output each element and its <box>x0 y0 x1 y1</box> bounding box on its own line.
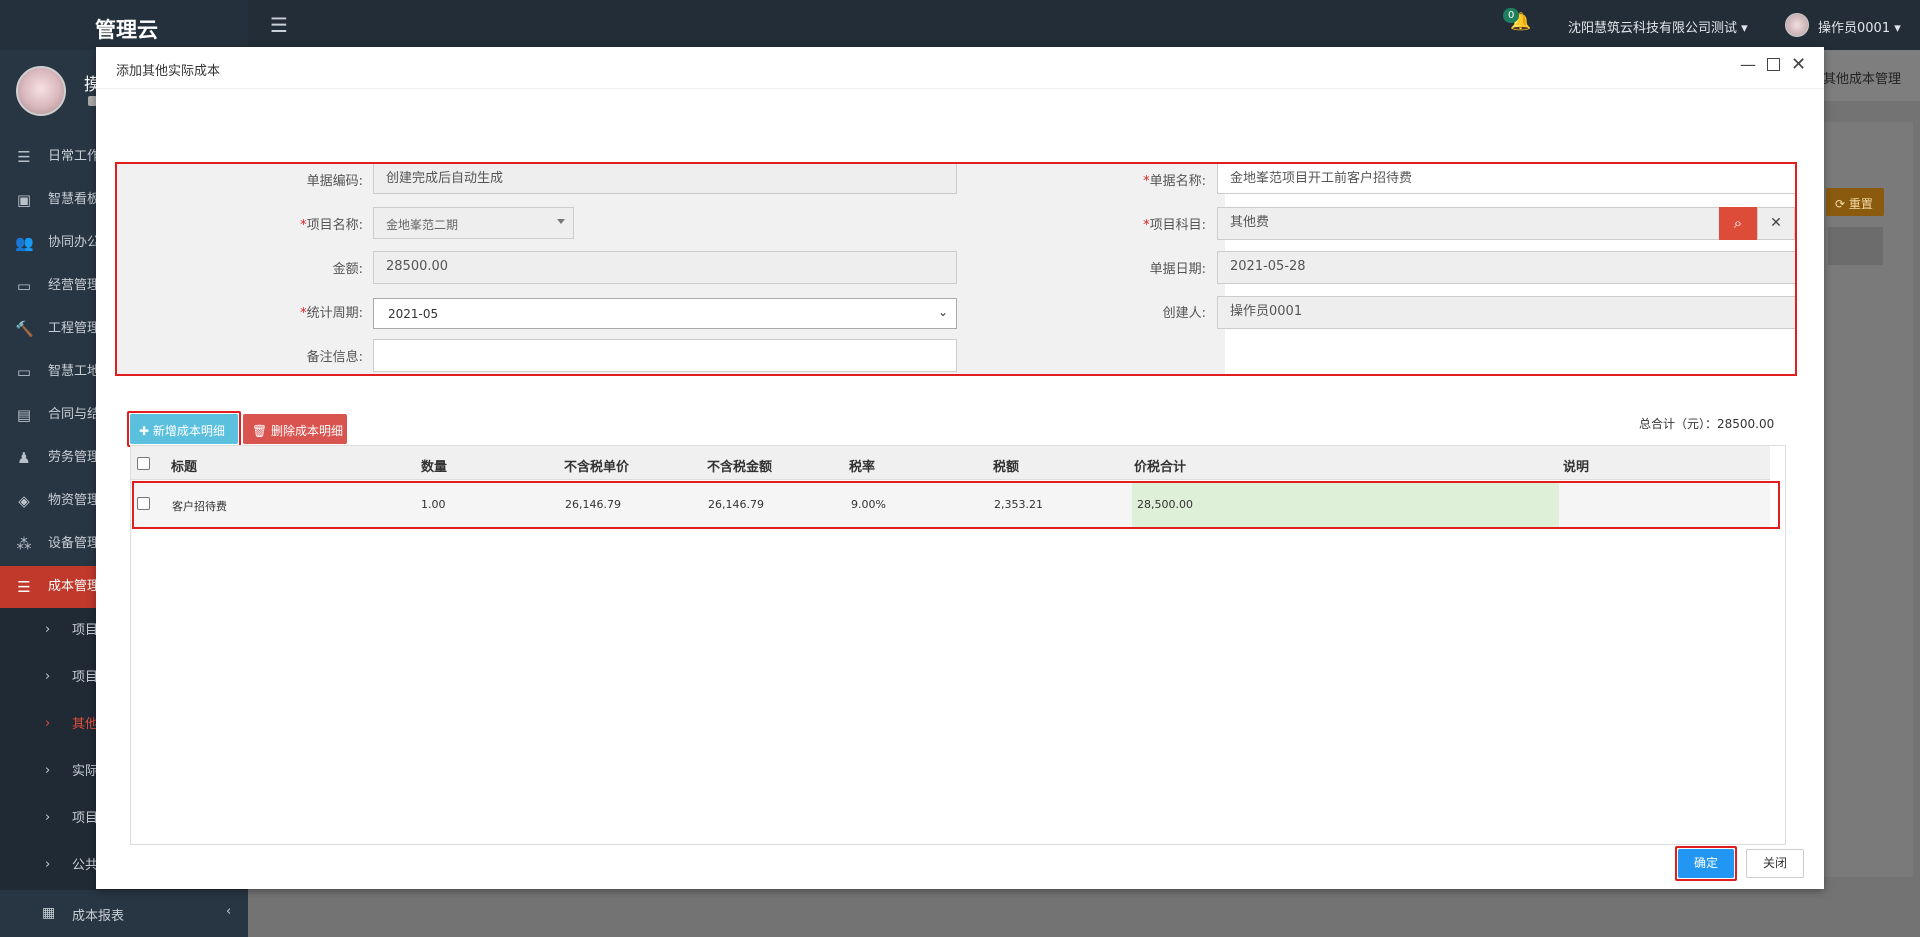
top-header: ☰ 🔔 0 沈阳慧筑云科技有限公司测试 ▾ 操作员0001 ▾ <box>248 0 1920 50</box>
table-header-fragment <box>1828 227 1883 265</box>
menu-toggle-icon[interactable]: ☰ <box>270 15 288 35</box>
table-header: 标题 数量 不含税单价 不含税金额 税率 税额 价税合计 说明 <box>131 446 1770 480</box>
table-icon: ▦ <box>42 905 56 921</box>
cube-icon: ◈ <box>18 492 30 510</box>
form-highlight-box <box>115 162 1797 376</box>
select-all-checkbox[interactable] <box>137 457 150 470</box>
chevron-right-icon: › <box>45 857 51 872</box>
file-icon: ▤ <box>16 406 32 424</box>
list-icon: ☰ <box>17 148 31 166</box>
close-icon[interactable]: ✕ <box>1791 55 1806 75</box>
reset-button[interactable]: ⟳ 重置 <box>1826 188 1884 216</box>
tab-other-cost[interactable]: 其他成本管理 <box>1823 68 1901 87</box>
col-total: 价税合计 <box>1134 460 1187 475</box>
col-note: 说明 <box>1563 460 1590 475</box>
row-highlight-box <box>132 481 1780 529</box>
col-unit-price: 不含税单价 <box>564 460 630 475</box>
chevron-right-icon: › <box>45 763 51 778</box>
company-dropdown[interactable]: 沈阳慧筑云科技有限公司测试 ▾ <box>1568 17 1748 36</box>
total-amount: 总合计（元）：28500.00 <box>1639 417 1775 431</box>
col-qty: 数量 <box>421 460 448 475</box>
avatar <box>16 66 66 116</box>
dashboard-icon: ▣ <box>16 191 32 209</box>
monitor-icon: ▭ <box>16 277 32 295</box>
avatar[interactable] <box>1785 13 1809 37</box>
users-icon: 👥 <box>15 234 34 252</box>
modal-header: 添加其他实际成本 — ✕ <box>96 47 1824 89</box>
modal-title: 添加其他实际成本 <box>116 64 221 79</box>
delete-detail-button[interactable]: 🗑 删除成本明细 <box>243 414 347 444</box>
chevron-left-icon: ‹ <box>226 904 232 919</box>
minimize-icon[interactable]: — <box>1740 55 1756 74</box>
chevron-right-icon: › <box>45 810 51 825</box>
chevron-right-icon: › <box>45 716 51 731</box>
chevron-right-icon: › <box>45 669 51 684</box>
list-icon: ☰ <box>17 578 31 596</box>
sidebar-item-cost-report[interactable]: ▦ 成本报表 ‹ <box>0 890 248 937</box>
monitor-icon: ▭ <box>16 363 32 381</box>
add-cost-modal: 添加其他实际成本 — ✕ 单据编码: 创建完成后自动生成 *单据名称: 金地峯范… <box>96 47 1824 889</box>
worker-icon: ♟ <box>17 449 31 467</box>
app-logo: 管理云 <box>0 0 248 50</box>
chevron-right-icon: › <box>45 622 51 637</box>
add-detail-button[interactable]: ✚ 新增成本明细 <box>130 414 238 444</box>
confirm-button[interactable]: 确定 <box>1678 849 1734 878</box>
col-title: 标题 <box>171 460 198 475</box>
col-rate: 税率 <box>849 460 876 475</box>
hammer-icon: 🔨 <box>15 320 34 338</box>
col-tax: 税额 <box>993 460 1020 475</box>
cubes-icon: ⁂ <box>16 535 32 553</box>
close-button[interactable]: 关闭 <box>1746 849 1804 878</box>
col-amount: 不含税金额 <box>707 460 773 475</box>
maximize-icon[interactable] <box>1767 58 1780 71</box>
operator-dropdown[interactable]: 操作员0001 ▾ <box>1818 17 1901 36</box>
